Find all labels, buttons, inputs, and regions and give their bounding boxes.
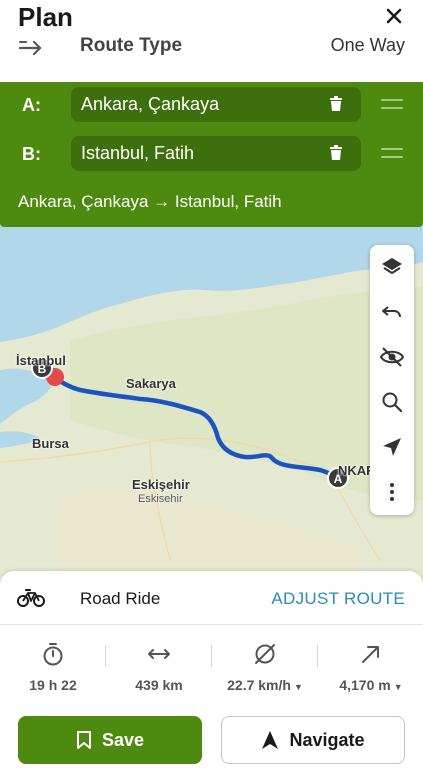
waypoint-b-text: Istanbul, Fatih (81, 143, 195, 163)
stats-row: 19 h 22 439 km 22.7 km/h ▼ 4,170 m ▼ (0, 625, 423, 700)
bicycle-icon (17, 589, 45, 607)
elevation-icon (362, 646, 379, 663)
waypoint-b-label: B: (22, 144, 41, 164)
caret-down-icon: ▼ (393, 682, 403, 692)
hide-button[interactable] (370, 335, 414, 379)
map-label-istanbul: İstanbul (16, 353, 66, 368)
stat-duration: 19 h 22 (0, 625, 106, 700)
waypoint-a-field[interactable]: Ankara, Çankaya (71, 87, 361, 122)
map-canvas[interactable]: A B (0, 200, 423, 600)
route-type-row[interactable]: Route Type One Way (0, 34, 423, 82)
navigate-button[interactable]: Navigate (221, 716, 405, 764)
locate-icon (383, 438, 401, 456)
waypoint-a-label: A: (22, 95, 41, 115)
activity-label: Road Ride (80, 589, 161, 608)
trash-icon[interactable] (329, 96, 343, 112)
page-title: Plan (18, 2, 73, 32)
map-view[interactable]: A B İstanbul Sakarya Bursa Eskişehir Esk… (0, 200, 423, 600)
search-icon (382, 392, 403, 413)
layers-icon (382, 258, 402, 274)
map-label-eskisehir: Eskişehir (132, 477, 190, 492)
map-label-bursa: Bursa (32, 436, 69, 451)
header: Plan (0, 0, 423, 34)
layers-button[interactable] (370, 245, 414, 289)
stat-elevation[interactable]: 4,170 m ▼ (318, 625, 423, 700)
distance-icon (148, 649, 170, 659)
stopwatch-icon (43, 643, 63, 666)
waypoint-b-field[interactable]: Istanbul, Fatih (71, 136, 361, 171)
map-label-eskisehir-sub: Eskisehir (138, 493, 183, 505)
stat-duration-value: 19 h 22 (29, 677, 77, 693)
route-type-label: Route Type (80, 35, 183, 56)
waypoint-b-drag-handle[interactable] (381, 148, 403, 160)
waypoint-a-text: Ankara, Çankaya (81, 94, 220, 114)
route-waypoints-panel: A: Ankara, Çankaya B: Istanbul, Fatih An… (0, 81, 423, 227)
map-label-sakarya: Sakarya (126, 376, 176, 391)
undo-button[interactable] (370, 290, 414, 334)
stat-speed-value: 22.7 km/h (227, 677, 291, 693)
navigate-arrow-icon (262, 731, 279, 749)
save-button-label: Save (101, 729, 145, 750)
stat-distance: 439 km (106, 625, 212, 700)
bottom-sheet: Road Ride ADJUST ROUTE 19 h 22 439 km 22 (0, 571, 423, 768)
stat-elevation-value: 4,170 m (339, 677, 391, 693)
stat-speed[interactable]: 22.7 km/h ▼ (212, 625, 318, 700)
bookmark-icon (76, 731, 91, 749)
navigate-button-label: Navigate (289, 729, 365, 750)
eye-off-icon (379, 347, 405, 367)
more-button[interactable] (370, 470, 414, 514)
route-summary: Ankara, Çankaya → Istanbul, Fatih (18, 192, 282, 211)
one-way-icon (18, 40, 42, 56)
map-toolbar (370, 245, 414, 515)
stat-distance-value: 439 km (135, 677, 183, 693)
route-type-value[interactable]: One Way (331, 35, 405, 56)
speed-icon (255, 644, 275, 664)
more-icon (390, 483, 394, 501)
activity-row[interactable]: Road Ride ADJUST ROUTE (0, 571, 423, 625)
caret-down-icon: ▼ (293, 682, 303, 692)
close-icon[interactable] (383, 5, 405, 27)
undo-icon (382, 306, 401, 318)
save-button[interactable]: Save (18, 716, 202, 764)
adjust-route-link[interactable]: ADJUST ROUTE (271, 589, 405, 609)
trash-icon[interactable] (329, 145, 343, 161)
locate-button[interactable] (370, 425, 414, 469)
search-button[interactable] (370, 380, 414, 424)
waypoint-a-drag-handle[interactable] (381, 99, 403, 111)
